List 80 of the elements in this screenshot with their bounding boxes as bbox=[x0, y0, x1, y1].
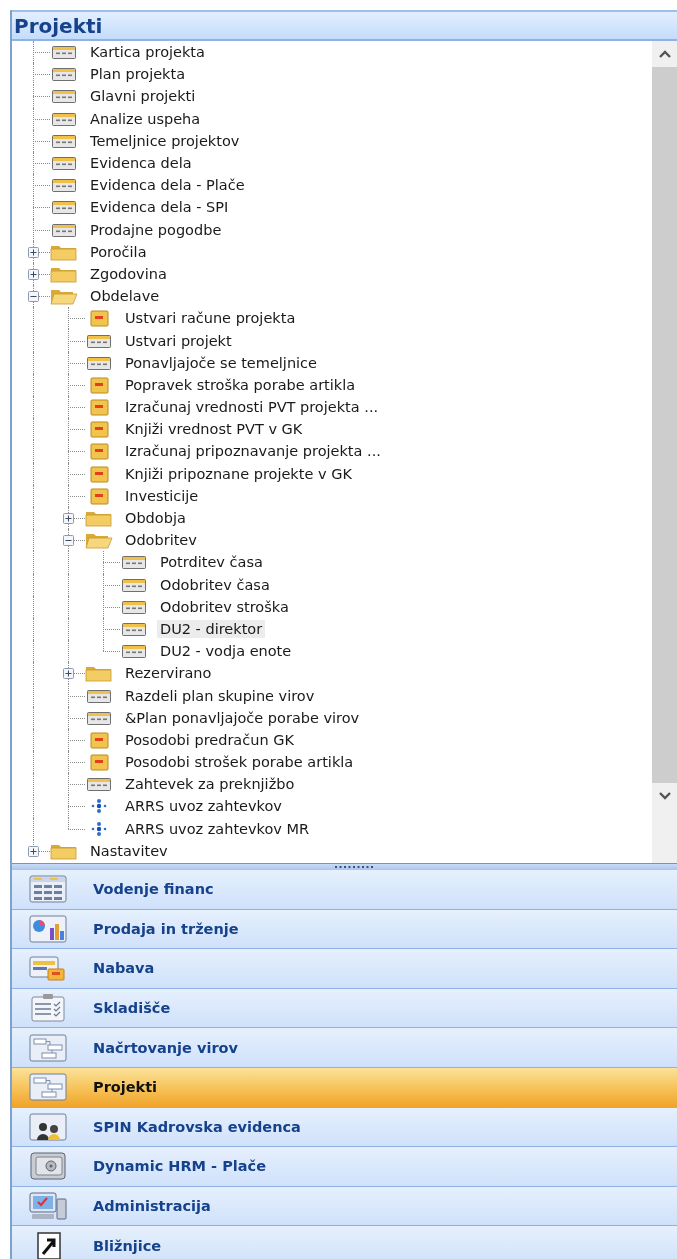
form-icon bbox=[50, 65, 78, 84]
expand-icon[interactable] bbox=[63, 668, 74, 680]
tree-item[interactable]: DU2 - direktor bbox=[157, 619, 266, 638]
tree-item[interactable]: Knjiži vrednost PVT v GK bbox=[122, 420, 306, 439]
module-button[interactable]: Bližnjice bbox=[12, 1226, 677, 1259]
tree-item[interactable]: Glavni projekti bbox=[87, 87, 199, 106]
people-icon bbox=[28, 1111, 68, 1142]
chart-icon bbox=[28, 913, 68, 944]
module-button[interactable]: Prodaja in trženje bbox=[12, 909, 677, 950]
form-icon bbox=[85, 775, 113, 794]
tree-item[interactable]: Izračunaj pripoznavanje projekta ... bbox=[122, 442, 384, 461]
open-folder-icon bbox=[50, 287, 78, 306]
module-button[interactable]: SPIN Kadrovska evidenca bbox=[12, 1107, 677, 1148]
form-icon bbox=[50, 43, 78, 62]
tree-item[interactable]: &Plan ponavljajoče porabe virov bbox=[122, 708, 363, 727]
tree-item[interactable]: Investicije bbox=[122, 486, 202, 505]
tree-item[interactable]: Obdobja bbox=[122, 509, 189, 528]
expand-icon[interactable] bbox=[63, 513, 74, 525]
scroll-up-icon[interactable] bbox=[657, 49, 672, 59]
tree-item[interactable]: Ustvari projekt bbox=[122, 331, 235, 350]
open-folder-icon bbox=[85, 531, 113, 550]
expand-icon[interactable] bbox=[28, 268, 39, 280]
module-button[interactable]: Skladišče bbox=[12, 988, 677, 1029]
tree-item[interactable]: Odobritev stroška bbox=[157, 597, 292, 616]
splitter-grip-icon[interactable] bbox=[334, 865, 375, 869]
form-icon bbox=[50, 198, 78, 217]
cards-icon bbox=[28, 953, 68, 984]
tree-item[interactable]: Temeljnice projektov bbox=[87, 131, 243, 150]
tree-item[interactable]: Razdeli plan skupine virov bbox=[122, 686, 318, 705]
tree-item[interactable]: Plan projekta bbox=[87, 65, 189, 84]
form-icon bbox=[50, 176, 78, 195]
checklist-icon bbox=[28, 993, 68, 1024]
tree-item[interactable]: Posodobi strošek porabe artikla bbox=[122, 753, 357, 772]
tree-item[interactable]: Popravek stroška porabe artikla bbox=[122, 375, 359, 394]
tree-item[interactable]: Posodobi predračun GK bbox=[122, 730, 297, 749]
module-button[interactable]: Nabava bbox=[12, 949, 677, 989]
table-icon bbox=[28, 874, 68, 905]
collapse-icon[interactable] bbox=[28, 291, 39, 303]
module-button[interactable]: Dynamic HRM - Plače bbox=[12, 1147, 677, 1187]
tree-item[interactable]: Zahtevek za preknjižbo bbox=[122, 775, 298, 794]
tree-item[interactable]: Odobritev časa bbox=[157, 575, 273, 594]
tree-item[interactable]: Evidenca dela - Plače bbox=[87, 176, 248, 195]
scroll-down-icon[interactable] bbox=[657, 791, 672, 801]
tree-item[interactable]: Kartica projekta bbox=[87, 43, 208, 62]
tree-item[interactable]: Odobritev bbox=[122, 531, 200, 550]
tree-item[interactable]: Rezervirano bbox=[122, 664, 215, 683]
tree-item[interactable]: Nastavitev bbox=[87, 841, 171, 860]
expand-icon[interactable] bbox=[28, 845, 39, 857]
tree-item[interactable]: Izračunaj vrednosti PVT projekta ... bbox=[122, 398, 382, 417]
tree-item[interactable]: ARRS uvoz zahtevkov MR bbox=[122, 819, 313, 838]
collapse-icon[interactable] bbox=[63, 535, 74, 547]
tree-item[interactable]: Knjiži pripoznane projekte v GK bbox=[122, 464, 355, 483]
form-icon bbox=[120, 553, 148, 572]
folder-icon bbox=[85, 509, 113, 528]
form-icon bbox=[120, 642, 148, 661]
tree-item[interactable]: Evidenca dela - SPI bbox=[87, 198, 232, 217]
flowchart-icon bbox=[28, 1032, 68, 1063]
flowchart-icon bbox=[28, 1072, 68, 1103]
expand-icon[interactable] bbox=[28, 246, 39, 258]
safe-icon bbox=[28, 1151, 68, 1182]
module-button[interactable]: Vodenje financ bbox=[12, 870, 677, 910]
tree-item[interactable]: Ponavljajoče se temeljnice bbox=[122, 353, 320, 372]
tree-item[interactable]: Zgodovina bbox=[87, 264, 170, 283]
module-button[interactable]: Načrtovanje virov bbox=[12, 1028, 677, 1068]
tree-item[interactable]: Obdelave bbox=[87, 287, 163, 306]
tree-item[interactable]: Ustvari račune projekta bbox=[122, 309, 299, 328]
tree-item[interactable]: ARRS uvoz zahtevkov bbox=[122, 797, 285, 816]
form-icon bbox=[50, 154, 78, 173]
module-button[interactable]: Projekti bbox=[12, 1067, 677, 1108]
computer-icon bbox=[28, 1191, 68, 1222]
folder-icon bbox=[85, 664, 113, 683]
tree-item[interactable]: Evidenca dela bbox=[87, 154, 195, 173]
tree-item[interactable]: Analize uspeha bbox=[87, 109, 204, 128]
module-button[interactable]: Administracija bbox=[12, 1186, 677, 1227]
pane-title: Projekti bbox=[14, 13, 103, 38]
tree-item[interactable]: Potrditev časa bbox=[157, 553, 266, 572]
tree-item[interactable]: Prodajne pogodbe bbox=[87, 220, 225, 239]
tree-item[interactable]: Poročila bbox=[87, 242, 150, 261]
tree-item[interactable]: DU2 - vodja enote bbox=[157, 642, 295, 661]
form-icon bbox=[50, 87, 78, 106]
